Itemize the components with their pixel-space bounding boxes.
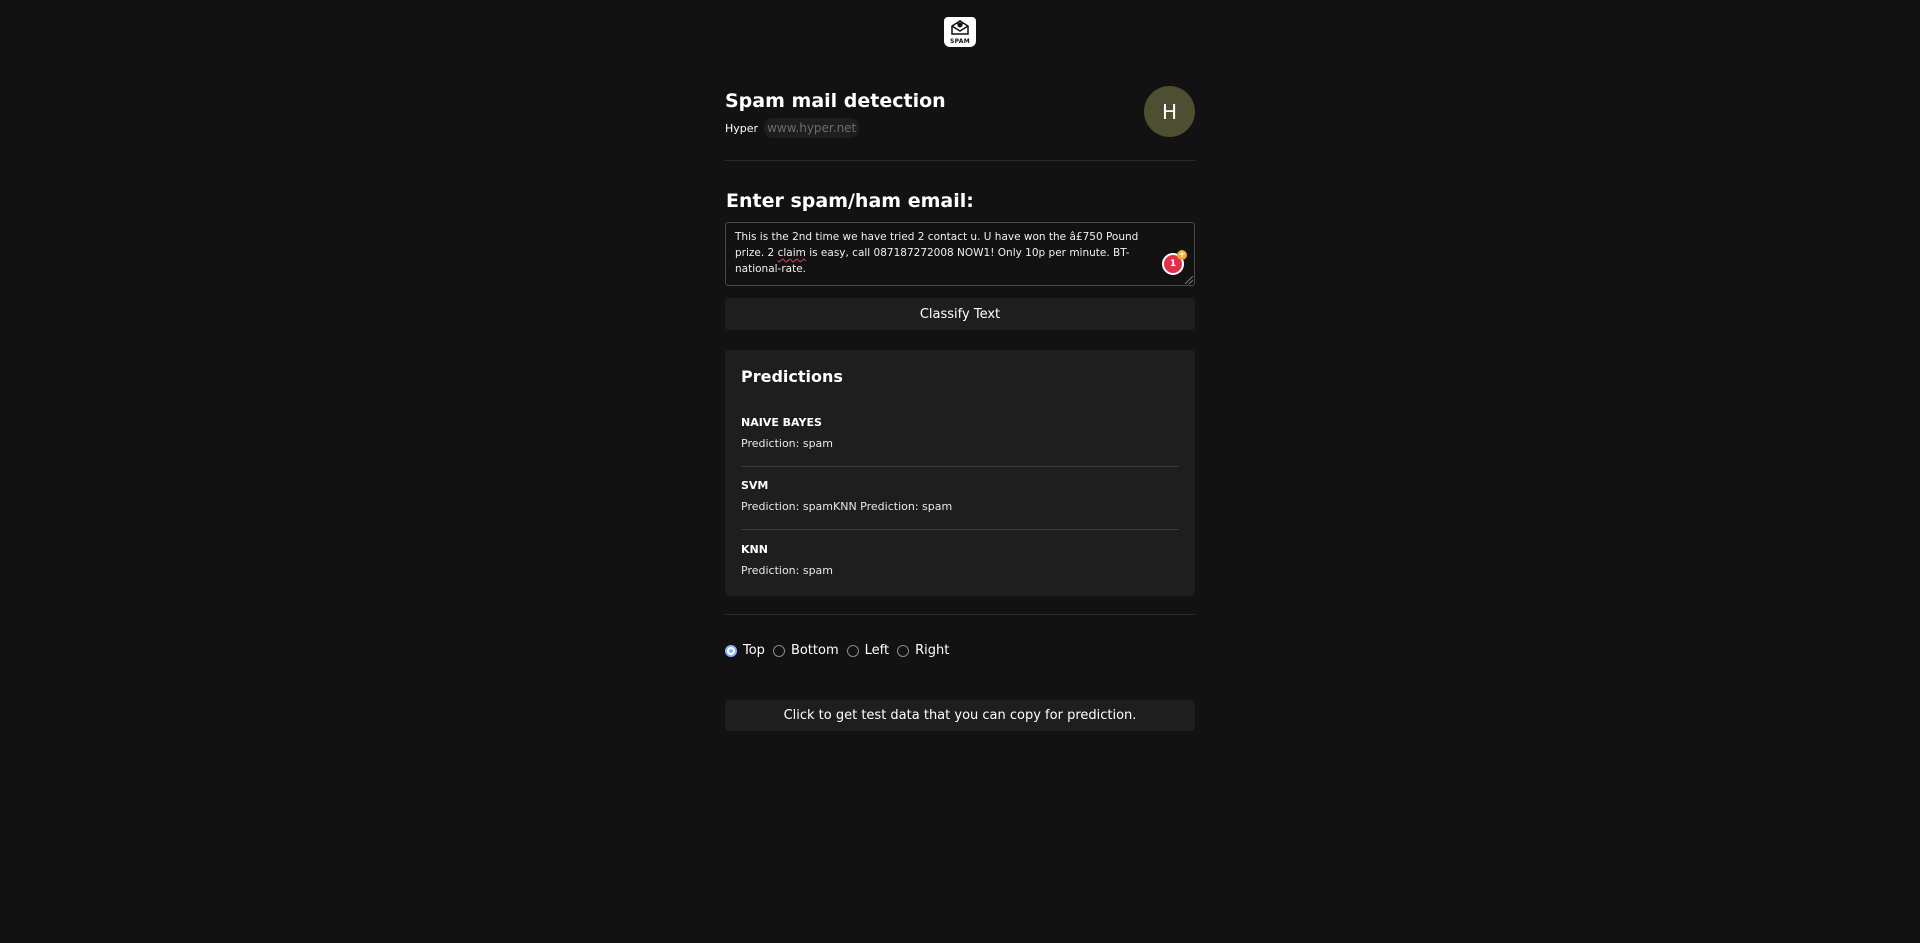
radio-option-left[interactable]: Left	[846, 643, 890, 658]
avatar[interactable]: H	[1144, 86, 1195, 137]
resize-handle-icon[interactable]	[1185, 276, 1193, 284]
predictions-panel: Predictions NAIVE BAYES Prediction: spam…	[725, 350, 1195, 596]
prediction-item-knn: KNN Prediction: spam	[741, 543, 1179, 577]
prediction-result: Prediction: spamKNN Prediction: spam	[741, 500, 953, 513]
grammar-badge-plus: +	[1177, 250, 1187, 260]
radio-option-right[interactable]: Right	[897, 643, 949, 658]
prediction-model-name: SVM	[741, 479, 769, 492]
radio-button-checked[interactable]	[725, 644, 737, 657]
radio-button[interactable]	[772, 644, 785, 657]
position-radio-group: Top Bottom Left Right	[725, 643, 957, 658]
grammar-badge-count: 1	[1169, 259, 1177, 269]
prediction-item-svm: SVM Prediction: spamKNN Prediction: spam	[741, 479, 1179, 513]
radio-label: Left	[864, 643, 890, 658]
prediction-item-naive-bayes: NAIVE BAYES Prediction: spam	[741, 416, 1179, 450]
misspelled-word[interactable]: claim	[778, 247, 806, 259]
radio-button[interactable]	[846, 644, 859, 657]
classify-text-button[interactable]: Classify Text	[725, 298, 1195, 330]
radio-option-bottom[interactable]: Bottom	[772, 643, 839, 658]
prediction-result: Prediction: spam	[741, 564, 834, 577]
app-header: Spam mail detection Hyper www.hyper.net …	[725, 86, 1195, 161]
prediction-divider	[741, 529, 1179, 530]
prediction-model-name: NAIVE BAYES	[741, 416, 822, 429]
radio-label: Top	[743, 643, 765, 658]
app-page: SPAM Spam mail detection Hyper www.hyper…	[0, 0, 1920, 943]
author-url-link[interactable]: www.hyper.net	[764, 118, 860, 138]
app-meta: Hyper www.hyper.net	[725, 118, 860, 138]
email-textarea[interactable]: This is the 2nd time we have tried 2 con…	[725, 222, 1195, 286]
email-input-heading: Enter spam/ham email:	[726, 190, 974, 212]
section-divider	[725, 614, 1195, 615]
spam-envelope-icon	[951, 20, 969, 35]
prediction-divider	[741, 466, 1179, 467]
grammar-check-icon[interactable]: 1 +	[1162, 250, 1187, 275]
logo-text: SPAM	[950, 38, 970, 45]
radio-option-top[interactable]: Top	[725, 643, 765, 658]
radio-button[interactable]	[897, 644, 910, 657]
email-textarea-content: This is the 2nd time we have tried 2 con…	[735, 229, 1154, 277]
radio-label: Bottom	[790, 643, 839, 658]
author-name: Hyper	[725, 121, 759, 135]
prediction-result: Prediction: spam	[741, 437, 834, 450]
get-test-data-button[interactable]: Click to get test data that you can copy…	[725, 700, 1195, 731]
app-title: Spam mail detection	[725, 90, 946, 112]
prediction-model-name: KNN	[741, 543, 768, 556]
spam-logo: SPAM	[944, 17, 976, 47]
radio-label: Right	[915, 643, 950, 658]
predictions-title: Predictions	[741, 367, 843, 386]
